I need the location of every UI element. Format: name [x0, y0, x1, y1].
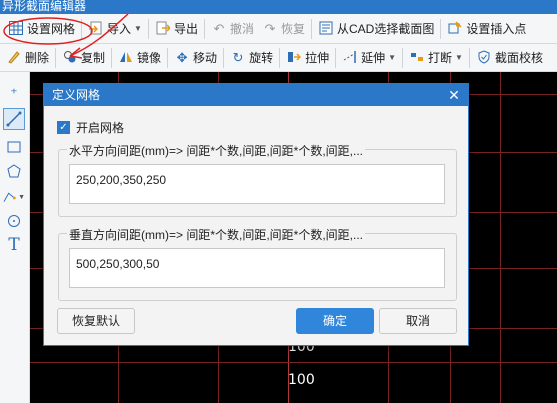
set-grid-label: 设置网格	[27, 22, 76, 36]
move-label: 移动	[193, 51, 218, 65]
mirror-button[interactable]: 镜像	[114, 44, 165, 71]
copy-button[interactable]: 复制	[58, 44, 109, 71]
grid-line	[30, 362, 557, 363]
section-check-icon	[476, 49, 492, 66]
chevron-down-icon[interactable]: ▼	[455, 53, 463, 62]
export-label: 导出	[173, 22, 198, 36]
rotate-icon: ↻	[232, 49, 244, 65]
horizontal-spacing-group: 水平方向间距(mm)=> 间距*个数,间距,间距*个数,间距,... 250,2…	[58, 142, 457, 217]
toolbar-separator	[111, 47, 113, 68]
dialog-title: 定义网格	[52, 88, 101, 102]
copy-label: 复制	[81, 51, 106, 65]
rotate-button[interactable]: ↻ 旋转	[226, 44, 277, 71]
rectangle-tool-icon[interactable]	[3, 136, 25, 158]
insert-point-button[interactable]: 设置插入点	[443, 14, 530, 43]
enable-grid-checkbox[interactable]: ✓	[57, 121, 70, 134]
import-button[interactable]: 导入 ▼	[84, 14, 146, 43]
toolbar-separator	[203, 18, 205, 39]
text-tool-icon[interactable]: T	[3, 234, 25, 256]
cad-icon	[318, 21, 334, 37]
copy-icon	[62, 50, 78, 66]
import-label: 导入	[107, 22, 132, 36]
horizontal-spacing-input[interactable]: 250,200,350,250	[69, 164, 445, 204]
stretch-label: 拉伸	[305, 51, 330, 65]
stretch-button[interactable]: 拉伸	[282, 44, 333, 71]
undo-label: 撤消	[229, 22, 254, 36]
polyline-tool-icon[interactable]: ▼	[3, 186, 25, 208]
toolbar-separator	[55, 47, 57, 68]
set-grid-button[interactable]: 设置网格	[0, 14, 79, 43]
toolbar-separator	[167, 47, 169, 68]
vertical-spacing-label: 垂直方向间距(mm)=> 间距*个数,间距,间距*个数,间距,...	[67, 226, 366, 243]
toolbar-separator	[81, 18, 83, 39]
extend-icon	[342, 50, 358, 66]
break-icon	[409, 50, 425, 66]
delete-icon	[6, 50, 22, 66]
dialog-body: ✓ 开启网格 水平方向间距(mm)=> 间距*个数,间距,间距*个数,间距,..…	[44, 106, 468, 345]
undo-icon: ↶	[213, 20, 225, 36]
main-toolbar: 设置网格 导入 ▼ 导出 ↶ 撤消 ↷ 恢复 从CAD选择截面图 设置插入点	[0, 14, 557, 44]
export-icon	[155, 21, 172, 37]
polygon-tool-icon[interactable]	[3, 160, 25, 182]
reset-default-button[interactable]: 恢复默认	[57, 308, 135, 334]
redo-label: 恢复	[280, 22, 305, 36]
toolbar-separator	[468, 47, 470, 68]
toolbar-separator	[335, 47, 337, 68]
delete-label: 删除	[25, 51, 50, 65]
dialog-titlebar[interactable]: 定义网格 ✕	[44, 84, 468, 106]
mirror-label: 镜像	[137, 51, 162, 65]
cad-select-label: 从CAD选择截面图	[337, 22, 435, 36]
grid-line	[500, 72, 501, 403]
cancel-button[interactable]: 取消	[379, 308, 457, 334]
section-check-button[interactable]: 截面校核	[472, 44, 547, 71]
toolbar-separator	[311, 18, 312, 39]
drawing-tools-panel: ⁺ ▼ T	[0, 72, 30, 403]
break-button[interactable]: 打断 ▼	[405, 44, 467, 71]
close-icon[interactable]: ✕	[446, 84, 462, 106]
extend-label: 延伸	[361, 51, 386, 65]
toolbar-separator	[279, 47, 281, 68]
cad-select-button[interactable]: 从CAD选择截面图	[314, 14, 438, 43]
circle-tool-icon[interactable]	[3, 210, 25, 232]
import-icon	[88, 21, 104, 37]
section-check-label: 截面校核	[494, 51, 543, 65]
point-tool-icon[interactable]: ⁺	[3, 82, 25, 104]
ok-button[interactable]: 确定	[296, 308, 374, 334]
chevron-down-icon[interactable]: ▼	[134, 24, 142, 33]
break-label: 打断	[428, 51, 453, 65]
enable-grid-label: 开启网格	[76, 121, 125, 135]
dimension-label: 100	[288, 372, 315, 388]
move-button[interactable]: ✥ 移动	[170, 44, 221, 71]
undo-button[interactable]: ↶ 撤消	[207, 14, 258, 43]
rotate-label: 旋转	[249, 51, 274, 65]
move-icon: ✥	[176, 49, 188, 65]
define-grid-dialog: 定义网格 ✕ ✓ 开启网格 水平方向间距(mm)=> 间距*个数,间距,间距*个…	[43, 83, 469, 346]
toolbar-separator	[147, 18, 149, 39]
edit-toolbar: 删除 复制 镜像 ✥ 移动 ↻ 旋转 拉伸 延伸 ▼ 打断 ▼ 截面校核	[0, 44, 557, 72]
insert-point-label: 设置插入点	[466, 22, 527, 36]
chevron-down-icon[interactable]: ▼	[388, 53, 396, 62]
toolbar-separator	[440, 18, 442, 39]
vertical-spacing-input[interactable]: 500,250,300,50	[69, 248, 445, 288]
toolbar-separator	[223, 47, 225, 68]
toolbar-separator	[402, 47, 404, 68]
extend-button[interactable]: 延伸 ▼	[338, 44, 400, 71]
stretch-icon	[286, 50, 302, 66]
horizontal-spacing-label: 水平方向间距(mm)=> 间距*个数,间距,间距*个数,间距,...	[67, 142, 366, 159]
redo-button[interactable]: ↷ 恢复	[258, 14, 309, 43]
delete-button[interactable]: 删除	[0, 44, 53, 71]
line-tool-icon[interactable]	[3, 108, 25, 130]
redo-icon: ↷	[264, 20, 276, 36]
export-button[interactable]: 导出	[151, 14, 202, 43]
window-title: 异形截面编辑器	[0, 0, 557, 14]
enable-grid-row[interactable]: ✓ 开启网格	[57, 119, 124, 136]
vertical-spacing-group: 垂直方向间距(mm)=> 间距*个数,间距,间距*个数,间距,... 500,2…	[58, 226, 457, 301]
insert-point-icon	[447, 20, 463, 37]
mirror-icon	[118, 50, 134, 66]
grid-icon	[8, 20, 24, 37]
